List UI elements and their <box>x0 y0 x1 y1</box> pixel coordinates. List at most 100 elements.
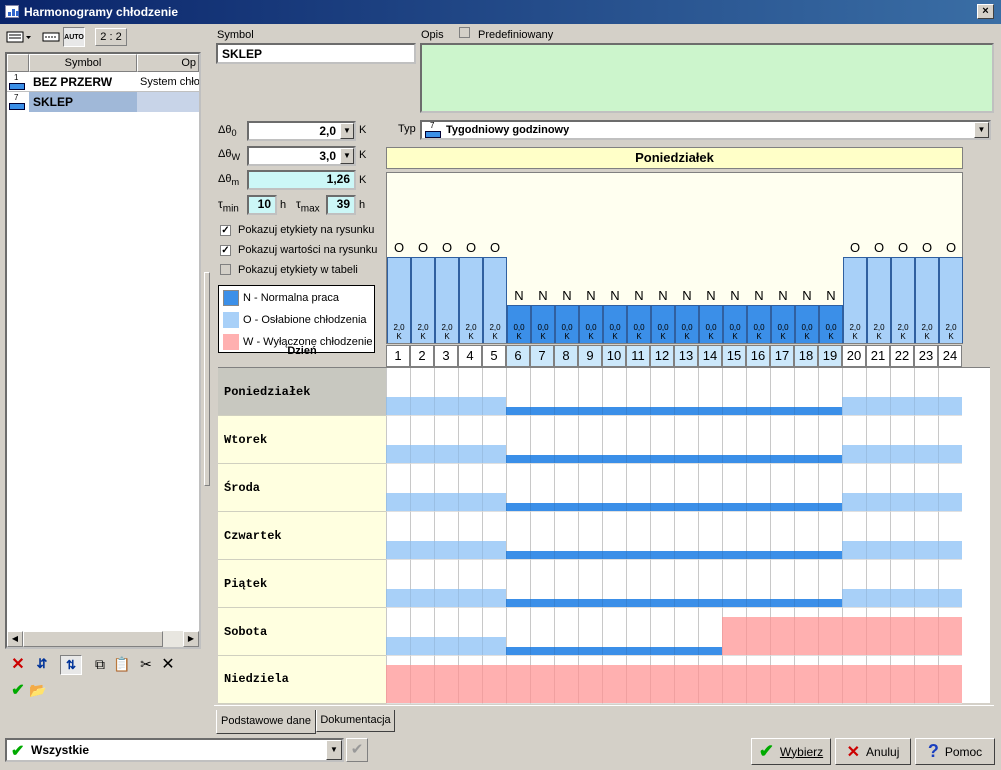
tab-basic-data[interactable]: Podstawowe dane <box>216 710 316 734</box>
chevron-down-icon[interactable]: ▼ <box>974 122 989 138</box>
help-icon: ? <box>927 741 939 761</box>
filter-select[interactable]: ✔ Wszystkie ▼ <box>5 738 344 762</box>
left-toolbar: AUTO 2 : 2 <box>5 27 200 49</box>
delete-icon[interactable]: ✕ <box>8 655 28 673</box>
symbol-input[interactable]: SKLEP <box>216 43 416 64</box>
schedule-bar <box>674 455 698 463</box>
chevron-down-icon[interactable]: ▼ <box>340 148 354 164</box>
legend-item-reduced: O - Osłabione chłodzenia <box>223 312 367 328</box>
scroll-thumb[interactable] <box>23 631 163 647</box>
scroll-left-arrow-icon[interactable]: ◀ <box>7 631 23 647</box>
sort-icon[interactable]: ⇅ <box>60 655 82 675</box>
schedule-bar <box>434 397 458 415</box>
day-row[interactable]: Poniedziałek <box>218 368 990 416</box>
header-symbol[interactable]: Symbol <box>29 54 137 72</box>
schedule-bar <box>770 455 794 463</box>
day-row[interactable]: Sobota <box>218 608 990 656</box>
show-table-labels-checkbox[interactable] <box>220 264 231 278</box>
schedule-bar <box>842 397 866 415</box>
show-labels-checkbox[interactable]: ✓ <box>220 224 231 236</box>
paste-icon[interactable]: 📋 <box>112 655 132 673</box>
chart-bar-value: 2,0 K <box>849 323 861 341</box>
keyboard-icon[interactable] <box>41 28 61 46</box>
schedule-bar <box>938 617 962 655</box>
day-row[interactable]: Wtorek <box>218 416 990 464</box>
schedule-bar <box>746 455 770 463</box>
schedule-bar <box>482 589 506 607</box>
hour-cell: 21 <box>866 345 890 367</box>
list-item-selected[interactable]: 7 SKLEP <box>7 92 199 112</box>
day-row[interactable]: Czwartek <box>218 512 990 560</box>
schedule-bar <box>578 551 602 559</box>
hour-cell: 17 <box>770 345 794 367</box>
dm-value: 1,26 <box>247 170 356 190</box>
week-table[interactable]: Poniedziałek Wtorek Środa Czwartek Piątek Sob… <box>218 367 990 704</box>
hour-cell: 9 <box>578 345 602 367</box>
schedule-bar <box>746 617 770 655</box>
chart-bar-label: N <box>538 288 548 303</box>
show-values-checkbox[interactable]: ✓ <box>220 244 231 256</box>
d0-select[interactable]: 2,0 ▼ <box>247 121 356 141</box>
tab-documentation[interactable]: Dokumentacja <box>316 710 395 732</box>
schedule-bar <box>914 589 938 607</box>
hour-cell: 24 <box>938 345 962 367</box>
chart-bar-label: N <box>634 288 644 303</box>
legend-item-normal: N - Normalna praca <box>223 290 339 306</box>
symbol-label: Symbol <box>217 29 254 41</box>
schedule-bar <box>794 407 818 415</box>
auto-width-button[interactable]: AUTO <box>63 27 85 47</box>
close-button[interactable]: × <box>977 4 994 19</box>
schedule-bar <box>722 551 746 559</box>
schedule-bar <box>554 455 578 463</box>
day-row[interactable]: Środa <box>218 464 990 512</box>
chevron-down-icon[interactable]: ▼ <box>326 740 342 760</box>
view-menu-button[interactable] <box>5 28 33 46</box>
check-icon[interactable]: ✔ <box>8 681 28 699</box>
chart-bar-value: 0,0 K <box>609 323 621 341</box>
day-row[interactable]: Niedziela <box>218 656 990 704</box>
chart-bar-value: 2,0 K <box>489 323 501 341</box>
opis-textarea[interactable] <box>420 43 994 113</box>
chart-bar-label: N <box>802 288 812 303</box>
help-button[interactable]: ? Pomoc <box>915 738 995 765</box>
cut-icon[interactable]: ✂ <box>136 655 156 673</box>
filter-apply-button[interactable]: ✔ <box>346 738 368 762</box>
schedule-bar <box>434 589 458 607</box>
hour-cell: 20 <box>842 345 866 367</box>
schedule-bar <box>386 665 410 703</box>
schedule-bar <box>914 617 938 655</box>
schedule-bar <box>602 455 626 463</box>
list-actions-2: ✔ 📂 <box>8 681 68 701</box>
clear-icon[interactable]: ✕ <box>158 655 178 673</box>
schedule-bar <box>386 637 410 655</box>
select-button[interactable]: ✔ Wybierz <box>751 738 831 765</box>
hour-cell: 14 <box>698 345 722 367</box>
dw-select[interactable]: 3,0 ▼ <box>247 146 356 166</box>
hour-header: 1 2 3 4 5 6 7 8 9 10 11 12 13 14 15 16 17 18 19 20 21 22 23 24 <box>386 345 963 367</box>
header-opis[interactable]: Op <box>137 54 199 72</box>
typ-select[interactable]: 7 Tygodniowy godzinowy ▼ <box>420 120 991 140</box>
copy-icon[interactable]: ⧉ <box>90 655 110 673</box>
day-row[interactable]: Piątek <box>218 560 990 608</box>
schedule-bar <box>866 493 890 511</box>
folder-open-icon[interactable]: 📂 <box>28 681 48 699</box>
schedule-bar <box>818 617 842 655</box>
symbol-list[interactable]: Symbol Op 1 BEZ PRZERW System chło 7 SKL… <box>5 52 201 649</box>
insert-row-icon[interactable]: ⇵ <box>32 655 52 673</box>
ratio-button[interactable]: 2 : 2 <box>95 28 127 46</box>
schedule-bar <box>410 637 434 655</box>
chevron-down-icon[interactable]: ▼ <box>340 123 354 139</box>
schedule-bar <box>482 493 506 511</box>
schedule-bar <box>866 541 890 559</box>
schedule-bar <box>650 647 674 655</box>
predef-checkbox[interactable] <box>459 27 470 41</box>
schedule-bar <box>914 665 938 703</box>
schedule-bar <box>794 455 818 463</box>
schedule-bar <box>530 407 554 415</box>
cancel-button[interactable]: ✕ Anuluj <box>835 738 911 765</box>
horizontal-scrollbar[interactable]: ◀ ▶ <box>7 631 199 647</box>
list-item[interactable]: 1 BEZ PRZERW System chło <box>7 72 199 92</box>
schedule-bar <box>410 493 434 511</box>
splitter-handle[interactable] <box>204 272 210 486</box>
scroll-right-arrow-icon[interactable]: ▶ <box>183 631 199 647</box>
